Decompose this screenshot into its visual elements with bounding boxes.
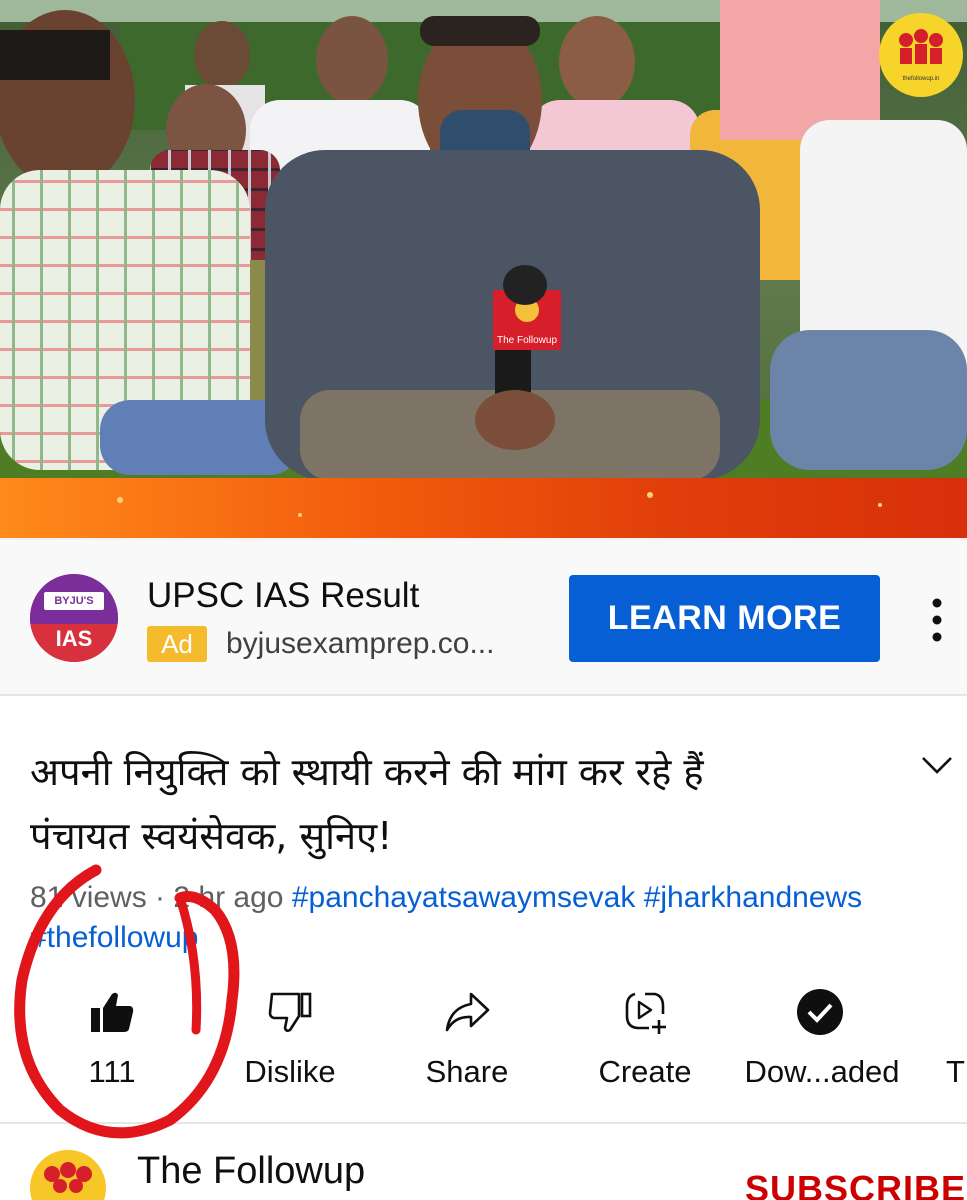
create-label: Create bbox=[598, 1054, 692, 1089]
more-actions-label: T bbox=[946, 1054, 965, 1089]
share-button[interactable]: Share bbox=[416, 980, 518, 1100]
video-title-line-2: पंचायत स्वयंसेवक, सुनिए! bbox=[30, 814, 393, 858]
learn-more-button[interactable]: LEARN MORE bbox=[569, 575, 880, 662]
video-meta[interactable]: 81 views · 2 hr ago #panchayatsawaymseva… bbox=[30, 878, 960, 958]
chevron-down-icon[interactable] bbox=[920, 752, 954, 778]
upload-age: 2 hr ago bbox=[173, 881, 284, 914]
watermark-logo: thefollowup.in bbox=[879, 13, 963, 97]
channel-avatar[interactable] bbox=[30, 1150, 106, 1200]
hashtag-link[interactable]: #jharkhandnews bbox=[644, 881, 862, 914]
more-actions-button[interactable]: T bbox=[944, 980, 967, 1100]
video-title-line-1: अपनी नियुक्ति को स्थायी करने की मांग कर … bbox=[30, 750, 704, 794]
view-count: 81 views bbox=[30, 881, 147, 914]
hashtag-link[interactable]: #panchayatsawaymsevak bbox=[292, 881, 636, 914]
downloaded-check-icon bbox=[796, 988, 844, 1036]
share-label: Share bbox=[425, 1054, 509, 1089]
dislike-label: Dislike bbox=[244, 1054, 336, 1089]
share-arrow-icon bbox=[443, 988, 491, 1036]
video-title[interactable]: अपनी नियुक्ति को स्थायी करने की मांग कर … bbox=[30, 740, 910, 868]
advertiser-logo-brand: BYJU'S bbox=[44, 592, 104, 610]
channel-name[interactable]: The Followup bbox=[137, 1150, 365, 1193]
thumbs-down-icon bbox=[266, 988, 314, 1036]
create-button[interactable]: Create bbox=[590, 980, 700, 1100]
like-button[interactable]: 111 bbox=[60, 980, 164, 1100]
create-icon bbox=[621, 988, 669, 1036]
advertiser-logo[interactable]: BYJU'S IAS bbox=[30, 574, 118, 662]
hashtag-link[interactable]: #thefollowup bbox=[30, 921, 198, 954]
download-label: Dow...aded bbox=[744, 1054, 900, 1089]
dislike-button[interactable]: Dislike bbox=[234, 980, 346, 1100]
thumbs-up-icon bbox=[88, 988, 136, 1036]
download-button[interactable]: Dow...aded bbox=[740, 980, 904, 1100]
meta-separator: · bbox=[146, 881, 174, 914]
mic-flag-text: The Followup bbox=[497, 335, 557, 346]
watermark-text: thefollowup.in bbox=[903, 76, 940, 82]
ad-badge: Ad bbox=[147, 626, 207, 662]
advertiser-logo-text: IAS bbox=[55, 626, 93, 651]
action-bar: 111 Dislike Share Create Dow...aded T bbox=[0, 980, 967, 1110]
video-player[interactable]: The Followup thefollowup.in bbox=[0, 0, 967, 540]
like-count: 111 bbox=[88, 1054, 136, 1089]
kebab-menu-icon[interactable] bbox=[925, 595, 949, 645]
subscribe-button[interactable]: SUBSCRIBE bbox=[745, 1168, 966, 1200]
ad-title[interactable]: UPSC IAS Result bbox=[147, 576, 419, 616]
divider bbox=[0, 1122, 967, 1124]
video-frame: The Followup thefollowup.in bbox=[0, 0, 967, 540]
ad-domain[interactable]: byjusexamprep.co... bbox=[226, 626, 494, 662]
